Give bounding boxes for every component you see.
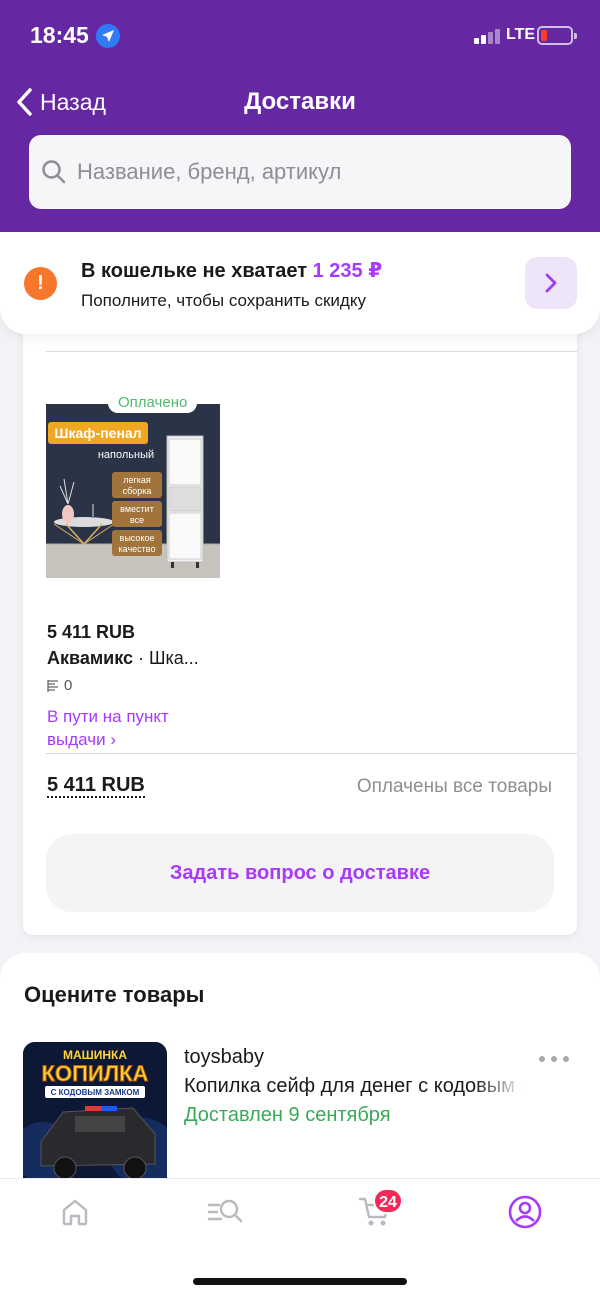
rate-seller: toysbaby <box>184 1046 265 1068</box>
search-bar[interactable] <box>29 135 571 209</box>
rate-product-image[interactable]: МАШИНКА КОПИЛКА С КОДОВЫМ ЗАМКОМ <box>23 1042 167 1182</box>
wallet-amount: 1 235 ₽ <box>312 260 383 282</box>
divider <box>46 351 577 352</box>
rate-image-line1: МАШИНКА <box>63 1048 127 1062</box>
signal-icon <box>474 28 500 44</box>
delivery-status-link[interactable]: В пути на пункт выдачи › <box>47 705 227 751</box>
brand-separator: · <box>133 648 150 668</box>
cart-badge: 24 <box>373 1188 403 1214</box>
payment-status: Оплачены все товары <box>356 776 552 797</box>
location-arrow-icon <box>96 24 120 48</box>
status-time: 18:45 <box>30 22 89 48</box>
status-bar: 18:45 LTE <box>0 0 600 70</box>
rating-count: 0 <box>64 677 73 694</box>
warning-icon: ! <box>24 267 57 300</box>
tab-profile[interactable] <box>505 1192 545 1232</box>
page-title: Доставки <box>244 88 356 115</box>
paid-badge: Оплачено <box>108 392 198 413</box>
rate-section-title: Оцените товары <box>24 982 205 1007</box>
product-name: Шка... <box>149 648 199 668</box>
product-price: 5 411 RUB <box>47 622 136 642</box>
image-tag-1a: легкая <box>123 475 151 485</box>
home-indicator <box>193 1278 407 1285</box>
rate-image-line3: С КОДОВЫМ ЗАМКОМ <box>51 1088 140 1097</box>
image-title: Шкаф-пенал <box>54 425 141 441</box>
wallet-banner[interactable] <box>0 232 600 334</box>
image-tag-3b: качество <box>119 544 156 554</box>
wallet-title: В кошельке не хватает 1 235 ₽ <box>81 258 382 283</box>
wallet-topup-button[interactable] <box>525 257 577 309</box>
product-brand: Аквамикс <box>47 648 134 668</box>
rating: 0 <box>47 677 72 694</box>
tab-home[interactable] <box>55 1192 95 1232</box>
rate-product-name[interactable]: Копилка сейф для денег с кодовым замком <box>184 1075 524 1098</box>
image-tag-2a: вместит <box>120 504 154 514</box>
delivered-status: Доставлен 9 сентября <box>184 1104 391 1126</box>
search-icon <box>42 160 66 184</box>
wallet-subtitle: Пополните, чтобы сохранить скидку <box>81 291 366 310</box>
image-tag-2b: все <box>130 515 144 525</box>
wallet-title-text: В кошельке не хватает <box>81 260 308 282</box>
catalog-search-icon <box>207 1199 243 1223</box>
image-subtitle: напольный <box>98 449 154 461</box>
home-icon <box>62 1199 88 1226</box>
order-total[interactable]: 5 411 RUB <box>47 774 145 798</box>
reviews-icon <box>47 679 58 692</box>
image-tag-1b: сборка <box>123 486 152 496</box>
tab-catalog[interactable] <box>205 1192 245 1232</box>
image-tag-3a: высокое <box>120 533 155 543</box>
profile-icon <box>508 1195 542 1229</box>
more-options-icon[interactable] <box>539 1053 569 1065</box>
ask-question-button[interactable]: Задать вопрос о доставке <box>46 834 554 912</box>
battery-icon <box>537 26 577 45</box>
chevron-right-icon <box>545 273 557 293</box>
product-title[interactable]: Аквамикс · Шка... <box>47 648 199 669</box>
product-image[interactable]: Шкаф-пенал напольный легкая сборка вмест… <box>46 404 220 578</box>
rate-image-line2: КОПИЛКА <box>42 1061 149 1086</box>
network-type: LTE <box>506 26 536 43</box>
divider <box>46 753 577 754</box>
search-input[interactable] <box>77 159 547 185</box>
